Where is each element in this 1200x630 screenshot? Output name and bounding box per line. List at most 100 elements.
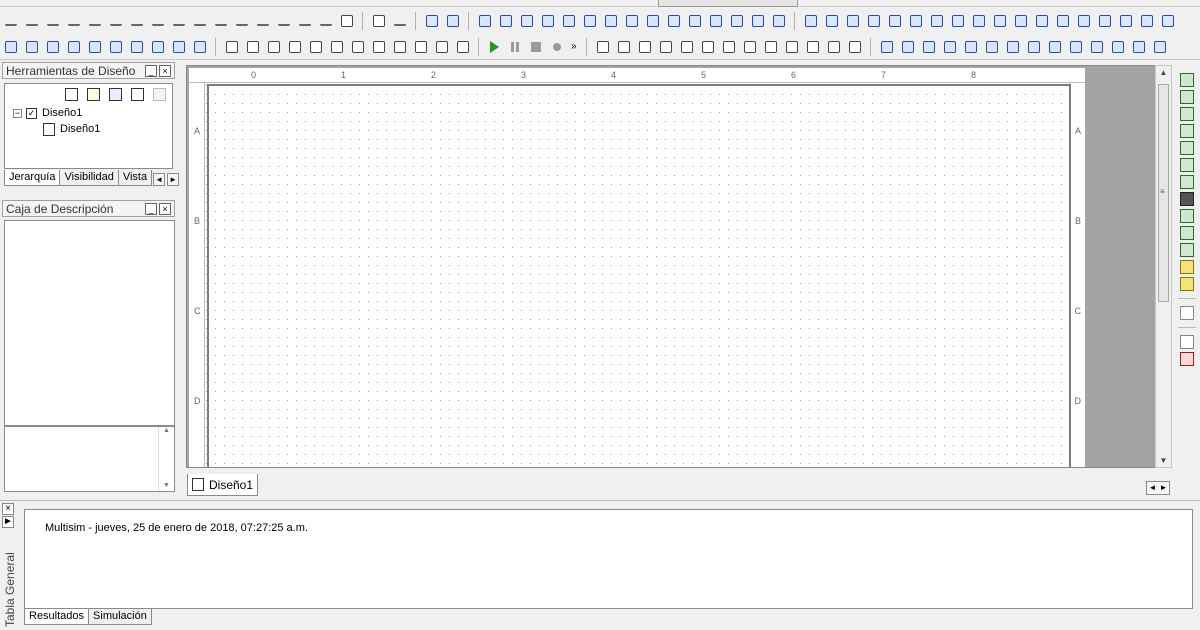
ni-instrument-icon[interactable] <box>1180 277 1194 291</box>
ic-icon[interactable] <box>689 15 701 27</box>
ic-icon[interactable] <box>752 15 764 27</box>
misc-icon[interactable] <box>257 16 269 26</box>
schematic-sheet[interactable]: 0 1 2 3 4 5 6 7 8 A B C D A B C D <box>189 68 1085 467</box>
logic-converter-icon[interactable] <box>1180 209 1194 223</box>
align-icon[interactable] <box>701 40 714 53</box>
chip-icon[interactable] <box>352 40 364 53</box>
bode-plotter-icon[interactable] <box>1180 158 1194 172</box>
minimize-button[interactable]: _ <box>145 202 157 215</box>
word-generator-icon[interactable] <box>1180 175 1194 189</box>
ic-icon[interactable] <box>731 15 743 27</box>
probe-icon[interactable] <box>1132 40 1145 53</box>
align-icon[interactable] <box>785 40 798 53</box>
ic-icon[interactable] <box>773 15 785 27</box>
function-generator-icon[interactable] <box>1180 90 1194 104</box>
probe-icon[interactable] <box>1153 40 1166 53</box>
ic-icon[interactable] <box>710 15 722 27</box>
description-notes[interactable]: ▲ ▼ <box>4 426 175 492</box>
scroll-down-arrow[interactable]: ▼ <box>159 482 174 489</box>
align-icon[interactable] <box>638 40 651 53</box>
ic-icon[interactable] <box>910 15 922 27</box>
wattmeter-icon[interactable] <box>1180 107 1194 121</box>
transistor-icon[interactable] <box>89 16 101 26</box>
chip-icon[interactable] <box>394 40 406 53</box>
logic-icon[interactable] <box>89 40 101 53</box>
scroll-right-arrow[interactable]: ► <box>1158 482 1169 494</box>
close-button[interactable]: × <box>2 503 14 515</box>
ic-icon[interactable] <box>994 15 1006 27</box>
misc-digital-icon[interactable] <box>173 16 185 26</box>
new-file-icon[interactable] <box>65 88 78 101</box>
collapse-icon[interactable]: − <box>13 108 22 118</box>
chip-icon[interactable] <box>436 40 448 53</box>
logic-icon[interactable] <box>173 40 185 53</box>
save-icon[interactable] <box>109 88 122 101</box>
check-icon[interactable]: ✓ <box>26 107 37 119</box>
probe-icon[interactable] <box>922 40 935 53</box>
ic-icon[interactable] <box>1078 15 1090 27</box>
workspace-vertical-scrollbar[interactable]: ▲ ≡ ▼ <box>1155 65 1172 468</box>
ic-icon[interactable] <box>542 15 554 27</box>
ic-icon[interactable] <box>931 15 943 27</box>
ic-icon[interactable] <box>1120 15 1132 27</box>
chip-icon[interactable] <box>457 40 469 53</box>
ic-icon[interactable] <box>1015 15 1027 27</box>
gate-icon[interactable] <box>447 15 459 27</box>
tab-vista[interactable]: Vista <box>117 170 153 186</box>
logic-icon[interactable] <box>68 40 80 53</box>
ic-icon[interactable] <box>500 15 512 27</box>
multimeter-icon[interactable] <box>1180 73 1194 87</box>
tree-node-child[interactable]: Diseño1 <box>5 121 172 137</box>
ic-icon[interactable] <box>647 15 659 27</box>
minimize-button[interactable]: _ <box>145 64 157 77</box>
ic-icon[interactable] <box>952 15 964 27</box>
logic-icon[interactable] <box>110 40 122 53</box>
description-scrollbar[interactable]: ▲ ▼ <box>158 427 174 491</box>
probe-icon[interactable] <box>1180 306 1194 320</box>
ttl-icon[interactable] <box>131 16 143 26</box>
probe-icon[interactable] <box>985 40 998 53</box>
tab-scroll-right[interactable]: ► <box>167 173 180 186</box>
more-icon[interactable]: » <box>571 41 577 52</box>
ic-icon[interactable] <box>973 15 985 27</box>
diode-icon[interactable] <box>68 16 80 26</box>
ic-icon[interactable] <box>626 15 638 27</box>
stop-icon[interactable] <box>531 41 541 52</box>
ic-icon[interactable] <box>1057 15 1069 27</box>
target-icon[interactable] <box>331 40 343 53</box>
probe-icon[interactable] <box>1027 40 1040 53</box>
align-icon[interactable] <box>722 40 735 53</box>
analog-icon[interactable] <box>110 16 122 26</box>
ic-icon[interactable] <box>1099 15 1111 27</box>
ic-icon[interactable] <box>479 15 491 27</box>
ic-icon[interactable] <box>826 15 838 27</box>
wave-icon[interactable] <box>310 40 322 53</box>
play-icon[interactable] <box>490 40 499 53</box>
labview-icon[interactable] <box>1180 260 1194 274</box>
chip-icon[interactable] <box>373 40 385 53</box>
wire-icon[interactable] <box>5 16 17 26</box>
ic-icon[interactable] <box>847 15 859 27</box>
ic-icon[interactable] <box>521 15 533 27</box>
logic-icon[interactable] <box>194 40 206 53</box>
logic-icon[interactable] <box>131 40 143 53</box>
ic-icon[interactable] <box>889 15 901 27</box>
ic-icon[interactable] <box>605 15 617 27</box>
close-button[interactable]: × <box>159 64 171 77</box>
scroll-up-arrow[interactable]: ▲ <box>1156 68 1171 77</box>
source-icon[interactable] <box>26 16 38 26</box>
properties-icon[interactable] <box>153 88 166 101</box>
measurement-probe-icon[interactable] <box>1180 352 1194 366</box>
chip-icon[interactable] <box>226 40 238 53</box>
record-icon[interactable] <box>553 42 561 51</box>
rf-icon[interactable] <box>299 16 311 26</box>
tab-jerarquia[interactable]: Jerarquía <box>4 170 61 186</box>
connector-icon[interactable] <box>394 16 406 26</box>
power-icon[interactable] <box>236 16 248 26</box>
align-icon[interactable] <box>848 40 861 53</box>
ic-icon[interactable] <box>1162 15 1174 27</box>
oscilloscope-icon[interactable] <box>1180 141 1194 155</box>
logic-icon[interactable] <box>152 40 164 53</box>
align-icon[interactable] <box>596 40 609 53</box>
probe-icon[interactable] <box>943 40 956 53</box>
